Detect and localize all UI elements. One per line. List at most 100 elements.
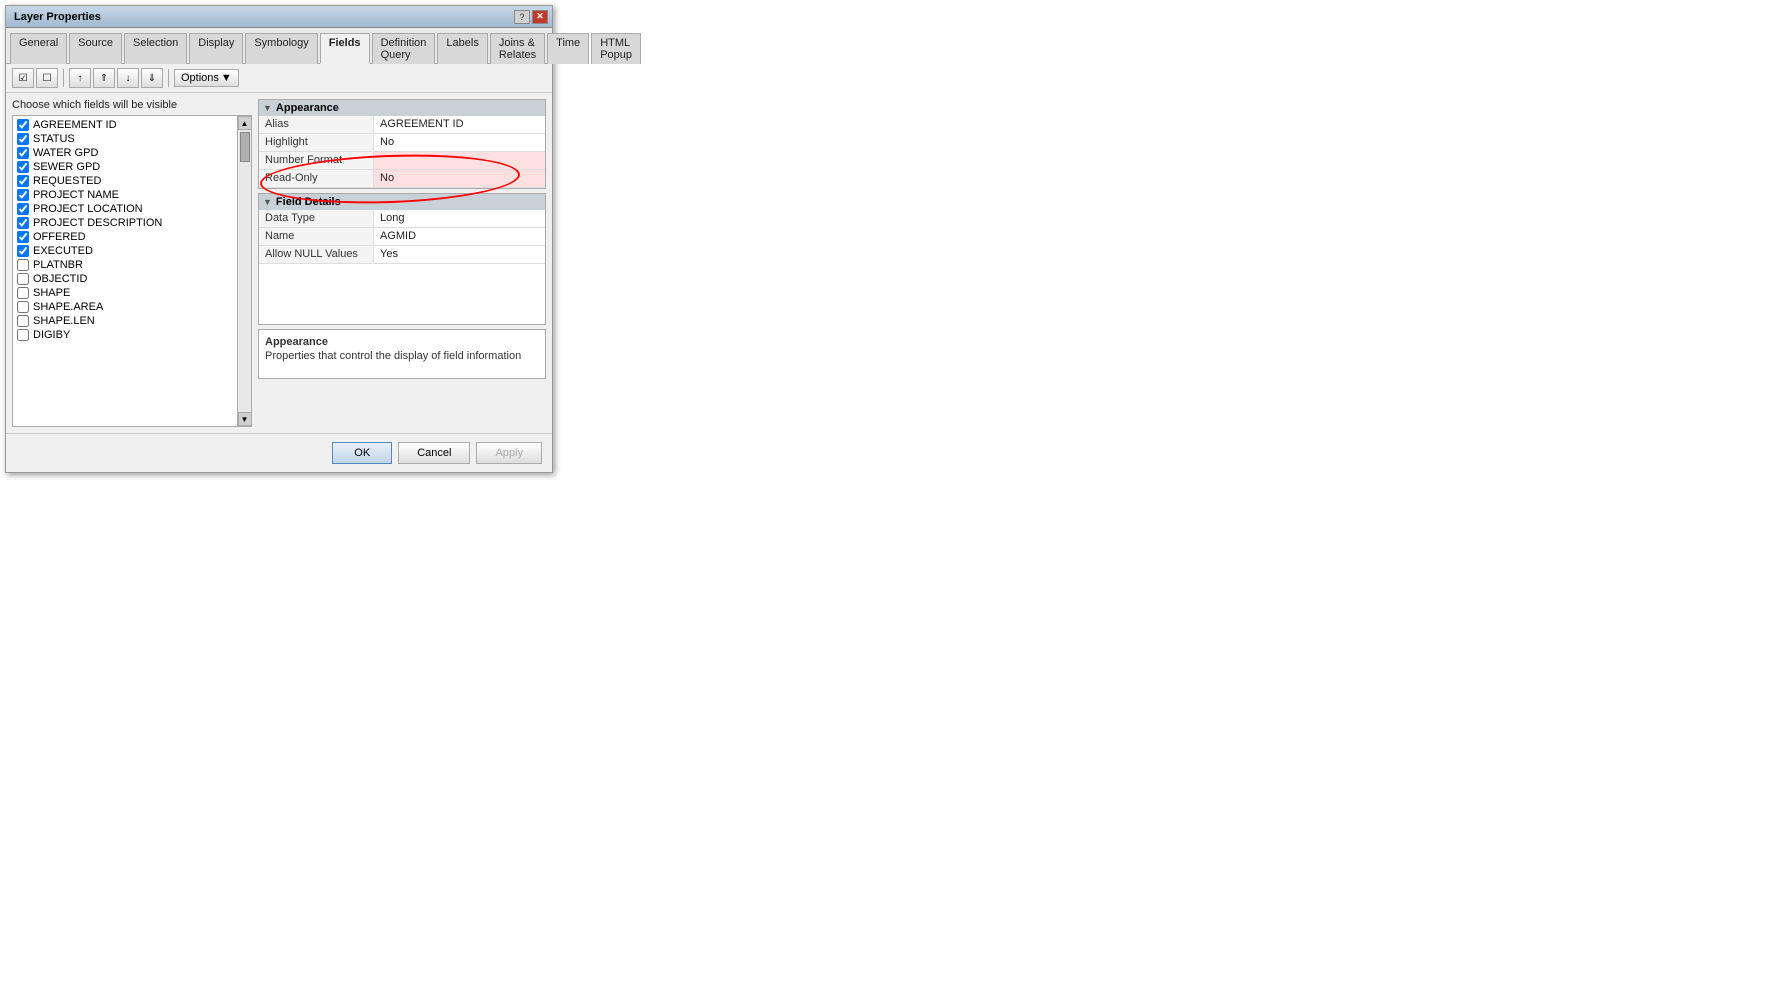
field-item-project-name[interactable]: PROJECT NAME <box>13 188 237 202</box>
move-down-fast-button[interactable]: ⇓ <box>141 68 163 88</box>
field-list-container: AGREEMENT ID STATUS WATER GPD SEWER GPD <box>12 115 252 427</box>
close-button[interactable]: ✕ <box>532 10 548 24</box>
bottom-buttons: OK Cancel Apply <box>6 433 552 472</box>
prop-key-data-type: Data Type <box>259 210 374 227</box>
tab-selection[interactable]: Selection <box>124 33 187 64</box>
field-checkbox-water-gpd[interactable] <box>17 147 29 159</box>
prop-key-alias: Alias <box>259 116 374 133</box>
move-up-button[interactable]: ↑ <box>69 68 91 88</box>
field-list: AGREEMENT ID STATUS WATER GPD SEWER GPD <box>13 116 237 426</box>
fields-toolbar: ☑ ☐ ↑ ⇑ ↓ ⇓ Options ▼ <box>6 64 552 93</box>
field-item-project-description[interactable]: PROJECT DESCRIPTION <box>13 216 237 230</box>
field-item-water-gpd[interactable]: WATER GPD <box>13 146 237 160</box>
field-list-scrollbar[interactable]: ▲ ▼ <box>237 116 251 426</box>
prop-key-name: Name <box>259 228 374 245</box>
title-bar-buttons: ? ✕ <box>514 10 548 24</box>
field-item-status[interactable]: STATUS <box>13 132 237 146</box>
move-down-button[interactable]: ↓ <box>117 68 139 88</box>
tab-definition-query[interactable]: Definition Query <box>372 33 436 64</box>
ok-button[interactable]: OK <box>332 442 392 464</box>
prop-row-data-type: Data Type Long <box>259 210 545 228</box>
left-panel: Choose which fields will be visible AGRE… <box>12 99 252 427</box>
description-box: Appearance Properties that control the d… <box>258 329 546 379</box>
prop-value-name: AGMID <box>374 228 545 245</box>
appearance-table: ▼ Appearance Alias AGREEMENT ID Highligh… <box>258 99 546 189</box>
field-checkbox-status[interactable] <box>17 133 29 145</box>
prop-value-alias[interactable]: AGREEMENT ID <box>374 116 545 133</box>
field-item-project-location[interactable]: PROJECT LOCATION <box>13 202 237 216</box>
prop-row-allow-null: Allow NULL Values Yes <box>259 246 545 264</box>
tab-labels[interactable]: Labels <box>437 33 487 64</box>
field-checkbox-sewer-gpd[interactable] <box>17 161 29 173</box>
tab-general[interactable]: General <box>10 33 67 64</box>
prop-key-read-only: Read-Only <box>259 170 374 187</box>
field-checkbox-digiby[interactable] <box>17 329 29 341</box>
field-checkbox-executed[interactable] <box>17 245 29 257</box>
field-item-digiby[interactable]: DIGIBY <box>13 328 237 342</box>
field-item-shape-len[interactable]: SHAPE.LEN <box>13 314 237 328</box>
tab-source[interactable]: Source <box>69 33 122 64</box>
appearance-section-header: ▼ Appearance <box>259 100 545 116</box>
field-item-objectid[interactable]: OBJECTID <box>13 272 237 286</box>
tab-fields[interactable]: Fields <box>320 33 370 64</box>
prop-value-read-only[interactable]: No <box>374 170 545 187</box>
tab-joins-relates[interactable]: Joins & Relates <box>490 33 545 64</box>
prop-row-highlight: Highlight No <box>259 134 545 152</box>
field-item-requested[interactable]: REQUESTED <box>13 174 237 188</box>
scroll-up-button[interactable]: ▲ <box>238 116 252 130</box>
field-item-shape[interactable]: SHAPE <box>13 286 237 300</box>
field-checkbox-shape[interactable] <box>17 287 29 299</box>
cancel-button[interactable]: Cancel <box>398 442 470 464</box>
help-button[interactable]: ? <box>514 10 530 24</box>
apply-button[interactable]: Apply <box>476 442 542 464</box>
field-item-sewer-gpd[interactable]: SEWER GPD <box>13 160 237 174</box>
toolbar-separator-1 <box>63 69 64 87</box>
field-checkbox-objectid[interactable] <box>17 273 29 285</box>
field-item-agreement-id[interactable]: AGREEMENT ID <box>13 118 237 132</box>
tab-bar: General Source Selection Display Symbolo… <box>6 28 552 64</box>
field-item-executed[interactable]: EXECUTED <box>13 244 237 258</box>
field-item-shape-area[interactable]: SHAPE.AREA <box>13 300 237 314</box>
tab-symbology[interactable]: Symbology <box>245 33 317 64</box>
field-checkbox-offered[interactable] <box>17 231 29 243</box>
window-title: Layer Properties <box>10 11 101 23</box>
prop-key-number-format: Number Format <box>259 152 374 169</box>
appearance-toggle-icon[interactable]: ▼ <box>263 103 272 113</box>
select-all-button[interactable]: ☑ <box>12 68 34 88</box>
field-details-section-label: Field Details <box>276 196 341 208</box>
field-list-label: Choose which fields will be visible <box>12 99 252 111</box>
field-item-offered[interactable]: OFFERED <box>13 230 237 244</box>
tab-time[interactable]: Time <box>547 33 589 64</box>
field-checkbox-agreement-id[interactable] <box>17 119 29 131</box>
prop-key-allow-null: Allow NULL Values <box>259 246 374 263</box>
prop-row-name: Name AGMID <box>259 228 545 246</box>
field-details-table: ▼ Field Details Data Type Long Name AGMI… <box>258 193 546 325</box>
prop-row-number-format: Number Format <box>259 152 545 170</box>
empty-space <box>259 264 545 324</box>
prop-value-data-type: Long <box>374 210 545 227</box>
prop-value-highlight[interactable]: No <box>374 134 545 151</box>
field-checkbox-platnbr[interactable] <box>17 259 29 271</box>
field-checkbox-project-name[interactable] <box>17 189 29 201</box>
description-text: Properties that control the display of f… <box>265 350 539 362</box>
field-checkbox-project-location[interactable] <box>17 203 29 215</box>
toolbar-separator-2 <box>168 69 169 87</box>
deselect-all-button[interactable]: ☐ <box>36 68 58 88</box>
field-checkbox-shape-len[interactable] <box>17 315 29 327</box>
prop-value-allow-null: Yes <box>374 246 545 263</box>
field-checkbox-shape-area[interactable] <box>17 301 29 313</box>
description-title: Appearance <box>265 336 539 348</box>
prop-value-number-format[interactable] <box>374 152 545 169</box>
field-checkbox-project-description[interactable] <box>17 217 29 229</box>
move-up-fast-button[interactable]: ⇑ <box>93 68 115 88</box>
scroll-thumb[interactable] <box>240 132 250 162</box>
options-button[interactable]: Options ▼ <box>174 69 239 87</box>
field-item-platnbr[interactable]: PLATNBR <box>13 258 237 272</box>
scroll-down-button[interactable]: ▼ <box>238 412 252 426</box>
tab-html-popup[interactable]: HTML Popup <box>591 33 641 64</box>
options-chevron: ▼ <box>221 72 232 84</box>
field-checkbox-requested[interactable] <box>17 175 29 187</box>
tab-display[interactable]: Display <box>189 33 243 64</box>
prop-row-read-only: Read-Only No <box>259 170 545 188</box>
field-details-toggle-icon[interactable]: ▼ <box>263 197 272 207</box>
